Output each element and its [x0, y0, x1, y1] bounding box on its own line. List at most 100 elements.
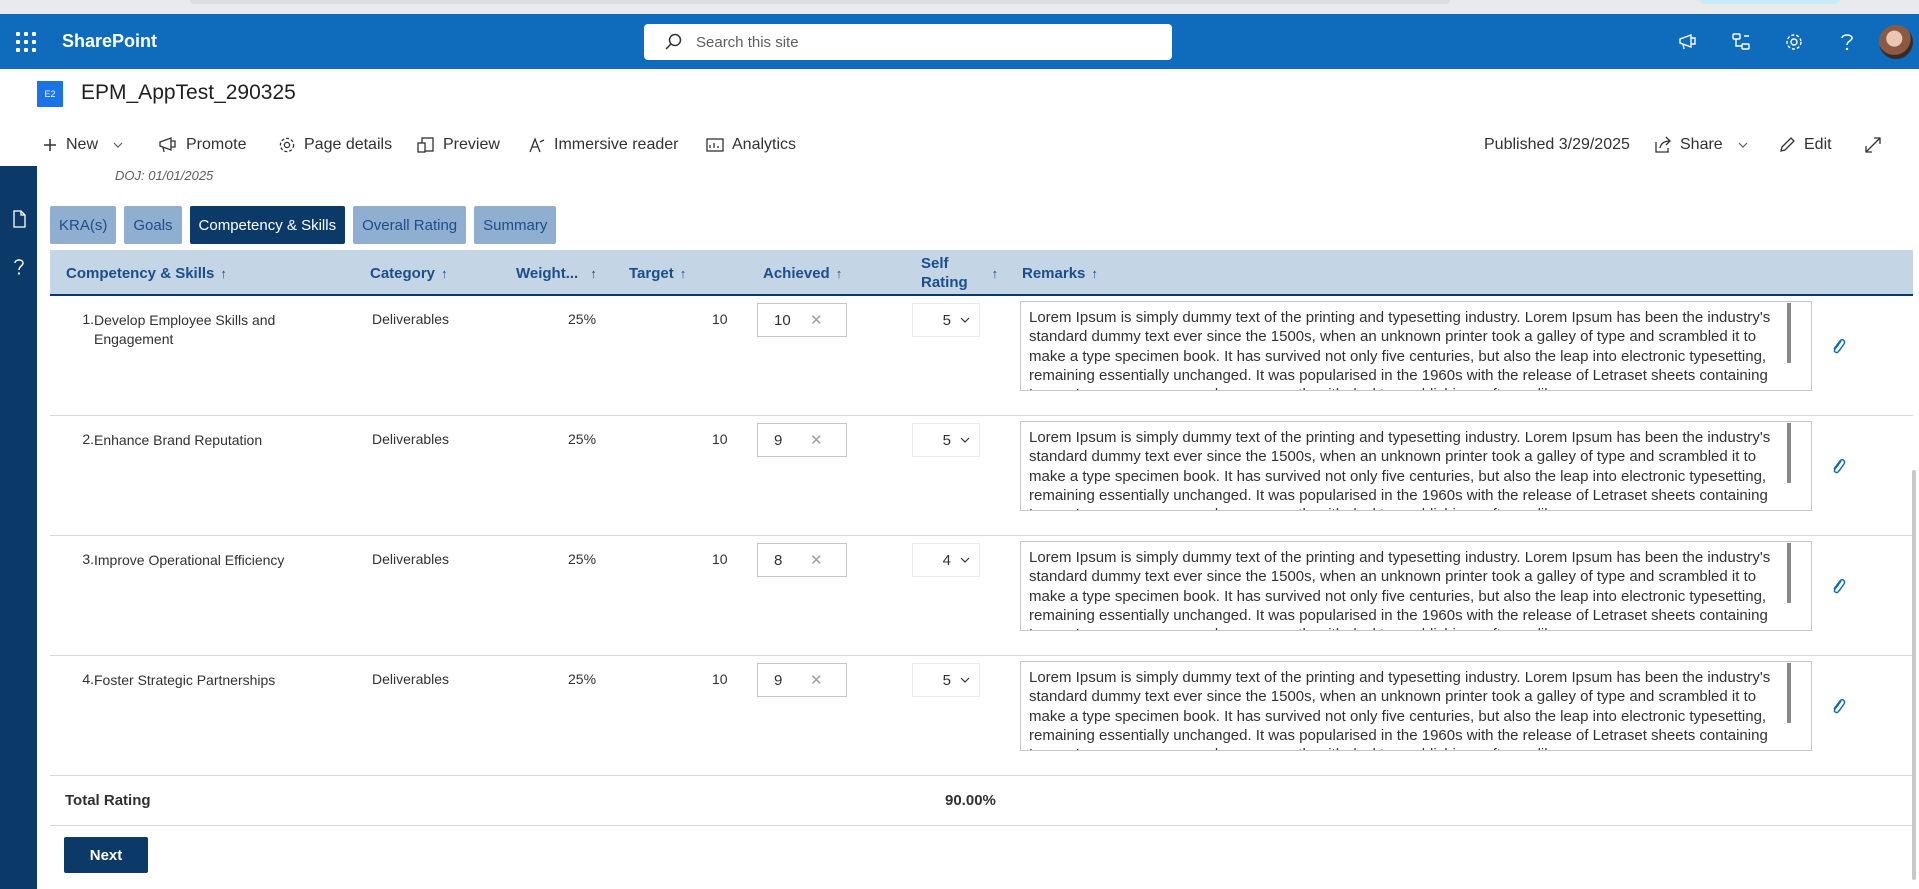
clear-icon[interactable]: ✕: [810, 551, 823, 569]
help-icon[interactable]: [1820, 14, 1873, 69]
column-header-target[interactable]: Target ↑: [629, 250, 686, 296]
site-title[interactable]: EPM_AppTest_290325: [81, 81, 296, 105]
new-label: New: [66, 136, 99, 153]
column-header-self-rating[interactable]: Self Rating ↑: [921, 250, 998, 296]
achieved-input[interactable]: 9 ✕: [757, 423, 847, 457]
chevron-down-icon: [960, 437, 970, 443]
sort-arrow-icon: ↑: [1091, 265, 1098, 281]
published-status: Published 3/29/2025: [1484, 124, 1630, 166]
self-rating-value: 5: [942, 671, 951, 689]
edit-label: Edit: [1804, 136, 1832, 153]
tab-competency-skills[interactable]: Competency & Skills: [189, 206, 346, 244]
remarks-textarea[interactable]: Lorem Ipsum is simply dummy text of the …: [1020, 541, 1812, 631]
self-rating-value: 5: [942, 431, 951, 449]
row-index: 4.: [82, 671, 94, 687]
column-header-remarks-label: Remarks: [1022, 264, 1086, 282]
preview-icon: [417, 137, 434, 153]
new-button[interactable]: New: [42, 124, 124, 166]
achieved-input[interactable]: 9 ✕: [757, 663, 847, 697]
help-icon[interactable]: [11, 258, 27, 276]
column-header-weight[interactable]: Weight... ↑: [516, 250, 597, 296]
analytics-icon: [706, 138, 724, 152]
immersive-reader-button[interactable]: Immersive reader: [528, 124, 678, 166]
target-cell: 10: [712, 311, 728, 327]
chevron-down-icon: [960, 557, 970, 563]
target-cell: 10: [712, 671, 728, 687]
total-rating-label: Total Rating: [65, 792, 151, 809]
attachment-icon[interactable]: [1830, 576, 1846, 596]
next-button[interactable]: Next: [64, 837, 148, 873]
megaphone-icon[interactable]: [1661, 14, 1714, 69]
column-header-category-label: Category: [370, 264, 436, 282]
avatar[interactable]: [1879, 24, 1913, 59]
tab-goals[interactable]: Goals: [124, 206, 182, 244]
column-header-skill[interactable]: Competency & Skills ↑: [66, 250, 227, 296]
remarks-text: Lorem Ipsum is simply dummy text of the …: [1029, 669, 1771, 750]
skill-name: Improve Operational Efficiency: [94, 552, 285, 568]
page-details-button[interactable]: Page details: [278, 124, 392, 166]
waffle-icon[interactable]: [16, 32, 36, 52]
table-row: 1. Develop Employee Skills and Engagemen…: [50, 296, 1913, 416]
achieved-input[interactable]: 10 ✕: [757, 303, 847, 337]
gear-icon[interactable]: [1767, 14, 1820, 69]
sort-arrow-icon: ↑: [835, 265, 843, 281]
column-header-self-rating-line2: Rating: [921, 274, 968, 291]
clear-icon[interactable]: ✕: [810, 431, 823, 449]
attachment-icon[interactable]: [1830, 696, 1846, 716]
column-header-achieved[interactable]: Achieved ↑: [763, 250, 842, 296]
page-details-label: Page details: [304, 136, 393, 153]
tab-overall-rating[interactable]: Overall Rating: [353, 206, 467, 244]
left-rail: [0, 166, 37, 889]
page-scrollbar[interactable]: [1912, 470, 1916, 880]
expand-icon: [1865, 137, 1881, 153]
analytics-button[interactable]: Analytics: [706, 124, 796, 166]
self-rating-value: 4: [942, 551, 951, 569]
document-icon[interactable]: [11, 210, 27, 228]
site-logo[interactable]: E2: [37, 81, 63, 107]
search-input[interactable]: Search this site: [644, 24, 1172, 60]
self-rating-dropdown[interactable]: 5: [912, 663, 980, 697]
chevron-down-icon: [960, 317, 970, 323]
attachment-icon[interactable]: [1830, 456, 1846, 476]
row-index: 1.: [82, 311, 94, 327]
tab-summary[interactable]: Summary: [474, 206, 557, 244]
edit-button[interactable]: Edit: [1778, 124, 1832, 166]
remarks-text: Lorem Ipsum is simply dummy text of the …: [1029, 309, 1771, 390]
column-header-skill-label: Competency & Skills: [66, 264, 215, 282]
preview-button[interactable]: Preview: [417, 124, 500, 166]
published-label: Published 3/29/2025: [1484, 136, 1630, 153]
expand-button[interactable]: [1864, 124, 1882, 166]
promote-button[interactable]: Promote: [158, 124, 246, 166]
share-button[interactable]: Share: [1654, 124, 1749, 166]
attachment-icon[interactable]: [1830, 336, 1846, 356]
tab-kras[interactable]: KRA(s): [50, 206, 117, 244]
remarks-textarea[interactable]: Lorem Ipsum is simply dummy text of the …: [1020, 661, 1812, 751]
column-header-remarks[interactable]: Remarks ↑: [1022, 250, 1098, 296]
clear-icon[interactable]: ✕: [810, 671, 823, 689]
command-bar: New Promote Page details Preview Immersi…: [0, 124, 1919, 166]
clear-icon[interactable]: ✕: [810, 311, 823, 329]
self-rating-value: 5: [942, 311, 951, 329]
share-label: Share: [1680, 136, 1723, 153]
remarks-scrollbar[interactable]: [1787, 423, 1791, 483]
remarks-textarea[interactable]: Lorem Ipsum is simply dummy text of the …: [1020, 301, 1812, 391]
category-cell: Deliverables: [372, 311, 450, 327]
target-cell: 10: [712, 431, 728, 447]
self-rating-dropdown[interactable]: 5: [912, 303, 980, 337]
suite-bar: SharePoint Search this site: [0, 14, 1919, 69]
promote-label: Promote: [186, 136, 247, 153]
weight-cell: 25%: [568, 431, 597, 447]
remarks-scrollbar[interactable]: [1787, 303, 1791, 363]
achieved-input[interactable]: 8 ✕: [757, 543, 847, 577]
achieved-value: 10: [774, 311, 791, 329]
chevron-down-icon: [113, 142, 123, 148]
category-cell: Deliverables: [372, 551, 450, 567]
remarks-textarea[interactable]: Lorem Ipsum is simply dummy text of the …: [1020, 421, 1812, 511]
self-rating-dropdown[interactable]: 4: [912, 543, 980, 577]
remarks-scrollbar[interactable]: [1787, 663, 1791, 723]
brand-link[interactable]: SharePoint: [62, 31, 157, 52]
column-header-category[interactable]: Category ↑: [370, 250, 448, 296]
remarks-scrollbar[interactable]: [1787, 543, 1791, 603]
org-icon[interactable]: [1714, 14, 1767, 69]
self-rating-dropdown[interactable]: 5: [912, 423, 980, 457]
